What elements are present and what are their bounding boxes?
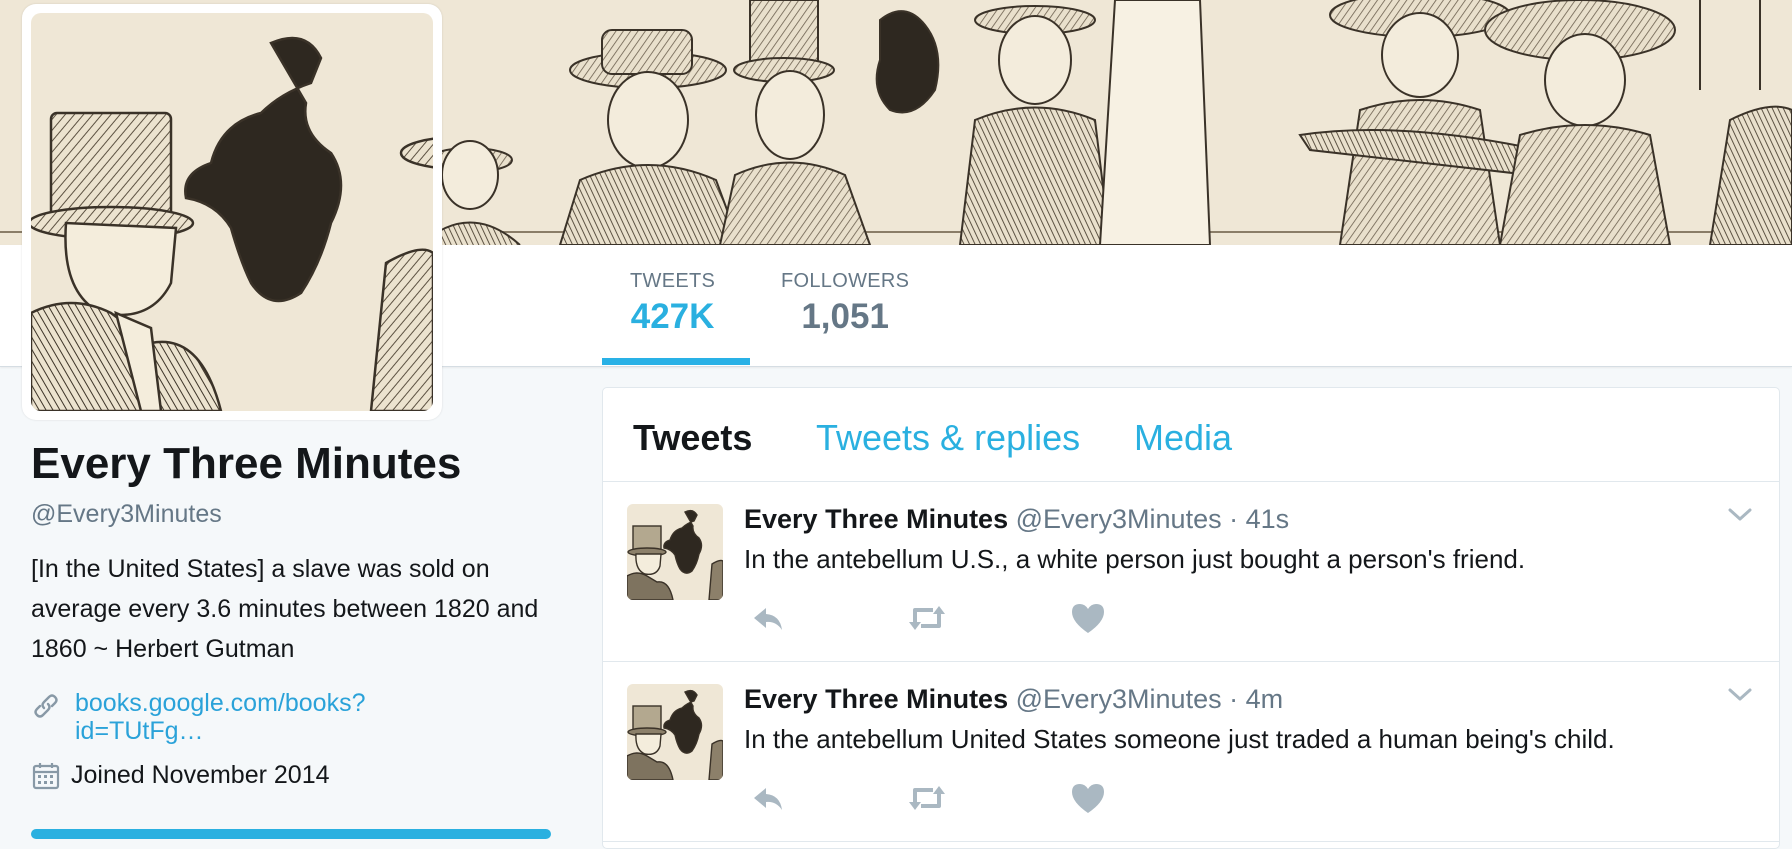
tweet-separator: · [1229,504,1239,534]
profile-url-line1: books.google.com/books? [75,689,366,717]
timeline-tabs: Tweets Tweets & replies Media [603,388,1779,482]
tweet-author-handle[interactable]: @Every3Minutes [1016,504,1222,534]
profile-action-button-edge[interactable] [31,829,551,839]
chevron-down-icon[interactable] [1727,506,1753,524]
profile-url-row: books.google.com/books? id=TUtFg… [31,689,571,745]
profile-joined-row: Joined November 2014 [31,759,571,791]
profile-avatar[interactable] [22,4,442,420]
tab-tweets-and-replies[interactable]: Tweets & replies [816,418,1080,458]
calendar-icon [32,763,60,790]
profile-url-line2: id=TUtFg… [75,717,204,745]
retweet-icon[interactable] [907,780,947,816]
tweet-author-handle[interactable]: @Every3Minutes [1016,684,1222,714]
profile-website-link[interactable]: books.google.com/books? id=TUtFg… [75,689,365,745]
active-stat-indicator [602,358,750,365]
timeline: Tweets Tweets & replies Media Every Thre… [602,387,1780,849]
stat-followers[interactable]: FOLLOWERS 1,051 [781,270,909,337]
tweet-text: In the antebellum U.S., a white person j… [744,544,1526,574]
stat-tweets[interactable]: TWEETS 427K [630,270,715,337]
retweet-icon[interactable] [907,600,947,636]
profile-bio: [In the United States] a slave was sold … [31,555,539,663]
tab-tweets[interactable]: Tweets [633,418,752,458]
profile-joined-date: Joined November 2014 [71,761,330,789]
tab-media[interactable]: Media [1134,418,1232,458]
profile-name[interactable]: Every Three Minutes [31,438,571,490]
stat-followers-label: FOLLOWERS [781,270,910,292]
reply-icon[interactable] [748,780,788,816]
tweet-timestamp[interactable]: 41s [1246,504,1290,534]
tweet-avatar[interactable] [627,504,723,600]
tweet-avatar[interactable] [627,684,723,780]
profile-card: Every Three Minutes @Every3Minutes [In t… [31,438,571,791]
tweet[interactable]: Every Three Minutes @Every3Minutes · 4m … [603,662,1779,842]
tweet-separator: · [1229,684,1239,714]
tweet-text: In the antebellum United States someone … [744,724,1615,754]
link-icon [34,694,58,718]
tweet-timestamp[interactable]: 4m [1246,684,1284,714]
reply-icon[interactable] [748,600,788,636]
tweet-header: Every Three Minutes @Every3Minutes · 4m [744,682,1283,716]
like-icon[interactable] [1068,600,1108,636]
tweet-header: Every Three Minutes @Every3Minutes · 41s [744,502,1289,536]
profile-handle[interactable]: @Every3Minutes [31,500,571,529]
chevron-down-icon[interactable] [1727,686,1753,704]
like-icon[interactable] [1068,780,1108,816]
tweet-author-name[interactable]: Every Three Minutes [744,684,1008,714]
stat-followers-value: 1,051 [801,297,889,336]
tweet-author-name[interactable]: Every Three Minutes [744,504,1008,534]
stat-tweets-label: TWEETS [630,270,716,292]
tweet[interactable]: Every Three Minutes @Every3Minutes · 41s… [603,482,1779,662]
stat-tweets-value: 427K [630,297,715,336]
